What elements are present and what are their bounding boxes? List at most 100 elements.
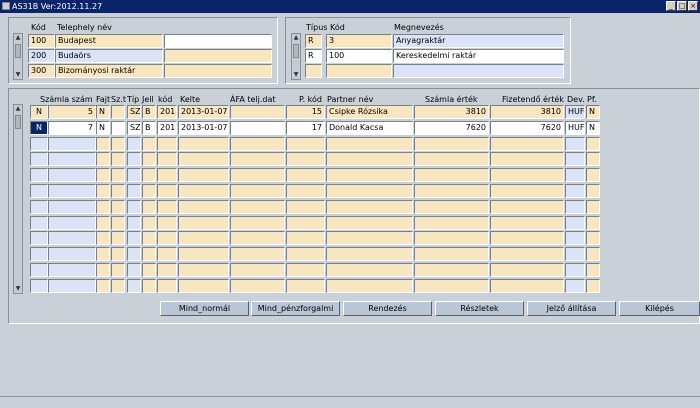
szamla-partner-cell[interactable] xyxy=(326,279,413,293)
minimize-icon[interactable]: _ xyxy=(666,1,676,11)
szamla-jell-cell[interactable] xyxy=(142,247,156,261)
szamla-jell-cell[interactable] xyxy=(142,184,156,198)
szamla-fajt-cell[interactable]: N xyxy=(96,121,110,135)
szamla-szt-cell[interactable] xyxy=(111,247,125,261)
szamla-fajt-cell[interactable] xyxy=(96,247,110,261)
szamla-fajt-cell[interactable] xyxy=(96,168,110,182)
szamla-jell-cell[interactable] xyxy=(142,200,156,214)
szamla-kod-cell[interactable] xyxy=(157,216,177,230)
szamla-szam-cell[interactable] xyxy=(48,231,96,245)
szamla-kod-cell[interactable] xyxy=(157,231,177,245)
szamla-kelte-cell[interactable] xyxy=(178,247,229,261)
szamla-szam-cell[interactable]: 5 xyxy=(48,105,96,119)
szamla-fajt-cell[interactable] xyxy=(96,137,110,151)
szamla-fajt-cell[interactable] xyxy=(96,231,110,245)
szamla-pf-cell[interactable] xyxy=(586,200,600,214)
szamla-kelte-cell[interactable] xyxy=(178,200,229,214)
szamla-prefix-cell[interactable] xyxy=(30,231,48,245)
szamla-fajt-cell[interactable] xyxy=(96,200,110,214)
szamla-scrollbar[interactable]: ▲ ▼ xyxy=(13,104,23,294)
szamla-fizetendo-cell[interactable] xyxy=(490,263,564,277)
szamla-afa-cell[interactable] xyxy=(230,168,285,182)
szamla-afa-cell[interactable] xyxy=(230,216,285,230)
scroll-down-icon[interactable]: ▼ xyxy=(292,71,300,79)
szamla-ertek-cell[interactable] xyxy=(414,200,489,214)
scroll-thumb[interactable] xyxy=(293,44,299,58)
szamla-pkod-cell[interactable] xyxy=(286,247,325,261)
szamla-prefix-cell[interactable] xyxy=(30,216,48,230)
szamla-jell-cell[interactable] xyxy=(142,231,156,245)
szamla-szt-cell[interactable] xyxy=(111,121,125,135)
szamla-afa-cell[interactable] xyxy=(230,247,285,261)
szamla-tip-cell[interactable] xyxy=(127,247,141,261)
raktar-kod-cell[interactable]: 100 xyxy=(326,49,392,63)
szamla-fajt-cell[interactable] xyxy=(96,216,110,230)
szamla-dev-cell[interactable] xyxy=(565,152,585,166)
szamla-szt-cell[interactable] xyxy=(111,279,125,293)
szamla-szt-cell[interactable] xyxy=(111,231,125,245)
raktar-megnevezes-cell[interactable]: Kereskedelmi raktár xyxy=(393,49,564,63)
szamla-szam-cell[interactable] xyxy=(48,263,96,277)
rendezes-button[interactable]: Rendezés xyxy=(343,301,432,316)
scroll-thumb[interactable] xyxy=(15,44,21,58)
szamla-pf-cell[interactable] xyxy=(586,247,600,261)
szamla-kod-cell[interactable]: 201 xyxy=(157,105,177,119)
raktar-tipus-cell[interactable]: R xyxy=(305,49,322,63)
szamla-dev-cell[interactable] xyxy=(565,200,585,214)
raktar-kod-cell[interactable] xyxy=(326,64,392,78)
szamla-ertek-cell[interactable] xyxy=(414,247,489,261)
szamla-tip-cell[interactable] xyxy=(127,200,141,214)
szamla-partner-cell[interactable] xyxy=(326,247,413,261)
szamla-dev-cell[interactable] xyxy=(565,231,585,245)
szamla-szam-cell[interactable] xyxy=(48,200,96,214)
szamla-dev-cell[interactable] xyxy=(565,263,585,277)
szamla-jell-cell[interactable] xyxy=(142,152,156,166)
scroll-down-icon[interactable]: ▼ xyxy=(14,285,22,293)
szamla-dev-cell[interactable] xyxy=(565,279,585,293)
szamla-kod-cell[interactable] xyxy=(157,137,177,151)
szamla-prefix-cell[interactable] xyxy=(30,168,48,182)
szamla-kelte-cell[interactable] xyxy=(178,216,229,230)
szamla-pkod-cell[interactable] xyxy=(286,152,325,166)
szamla-prefix-cell[interactable] xyxy=(30,279,48,293)
szamla-fizetendo-cell[interactable] xyxy=(490,216,564,230)
szamla-szt-cell[interactable] xyxy=(111,137,125,151)
reszletek-button[interactable]: Részletek xyxy=(435,301,524,316)
szamla-pkod-cell[interactable] xyxy=(286,263,325,277)
szamla-partner-cell[interactable] xyxy=(326,231,413,245)
szamla-fizetendo-cell[interactable] xyxy=(490,279,564,293)
szamla-prefix-cell[interactable] xyxy=(30,152,48,166)
szamla-afa-cell[interactable] xyxy=(230,137,285,151)
raktar-tipus-cell[interactable]: R xyxy=(305,34,322,48)
szamla-pkod-cell[interactable] xyxy=(286,216,325,230)
szamla-tip-cell[interactable] xyxy=(127,263,141,277)
szamla-pkod-cell[interactable] xyxy=(286,231,325,245)
telephely-nev-cell[interactable]: Budaörs xyxy=(55,49,163,63)
mind-normal-button[interactable]: Mind_normál xyxy=(160,301,249,316)
telephely-kod-cell[interactable]: 200 xyxy=(28,49,55,63)
szamla-tip-cell[interactable]: SZ xyxy=(127,121,141,135)
scroll-thumb[interactable] xyxy=(15,115,21,129)
telephely-extra-cell[interactable] xyxy=(164,49,272,63)
szamla-pf-cell[interactable] xyxy=(586,279,600,293)
raktar-megnevezes-cell[interactable] xyxy=(393,64,564,78)
szamla-pkod-cell[interactable]: 17 xyxy=(286,121,325,135)
szamla-pf-cell[interactable]: N xyxy=(586,121,600,135)
close-icon[interactable]: × xyxy=(688,1,698,11)
szamla-partner-cell[interactable] xyxy=(326,200,413,214)
kilepes-button[interactable]: Kilépés xyxy=(619,301,700,316)
szamla-afa-cell[interactable] xyxy=(230,279,285,293)
szamla-jell-cell[interactable] xyxy=(142,263,156,277)
szamla-pf-cell[interactable]: N xyxy=(586,105,600,119)
szamla-jell-cell[interactable]: B xyxy=(142,121,156,135)
szamla-tip-cell[interactable] xyxy=(127,152,141,166)
telephely-nev-cell[interactable]: Bizományosi raktár xyxy=(55,64,163,78)
szamla-kelte-cell[interactable] xyxy=(178,184,229,198)
szamla-prefix-cell[interactable]: N xyxy=(30,105,48,119)
szamla-partner-cell[interactable] xyxy=(326,216,413,230)
szamla-pf-cell[interactable] xyxy=(586,231,600,245)
szamla-kod-cell[interactable] xyxy=(157,200,177,214)
szamla-ertek-cell[interactable] xyxy=(414,231,489,245)
szamla-kod-cell[interactable] xyxy=(157,152,177,166)
telephely-kod-cell[interactable]: 100 xyxy=(28,34,55,48)
